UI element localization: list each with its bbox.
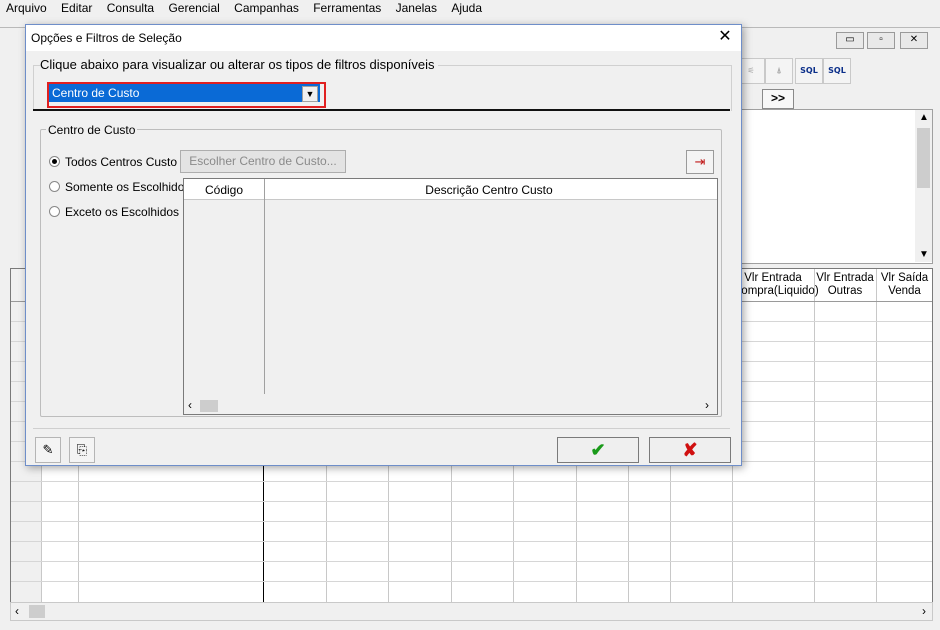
grid-row-line	[11, 501, 932, 502]
menu-consulta[interactable]: Consulta	[101, 0, 159, 15]
scroll-left-icon[interactable]: ‹	[188, 398, 192, 412]
table-hscrollbar[interactable]: ‹ ›	[184, 397, 717, 414]
sql-button-1[interactable]: SQL	[795, 58, 823, 84]
radio-exceto[interactable]: Exceto os Escolhidos	[49, 205, 179, 219]
choose-centro-custo-button[interactable]: Escolher Centro de Custo...	[180, 150, 346, 173]
menu-arquivo[interactable]: Arquivo	[0, 0, 52, 15]
restore-button[interactable]: ▫	[867, 32, 895, 49]
footer-divider	[33, 428, 730, 429]
group-label: Centro de Custo	[46, 123, 138, 137]
dialog-titlebar[interactable]: Opções e Filtros de Seleção ✕	[26, 25, 741, 51]
radio-label: Todos Centros Custo	[65, 155, 178, 169]
sql-button-2[interactable]: SQL	[823, 58, 851, 84]
chevron-down-icon[interactable]: ▼	[302, 86, 318, 102]
grid-header-line1: Vlr Entrada	[816, 272, 874, 284]
eraser-icon[interactable]: ✎	[35, 437, 61, 463]
close-window-button[interactable]: ✕	[900, 32, 928, 49]
col-descricao[interactable]: Descrição Centro Custo	[264, 183, 714, 197]
grid-header-outras: Vlr Entrada Outras	[815, 272, 875, 298]
minimize-button[interactable]: ▭	[836, 32, 864, 49]
menu-ajuda[interactable]: Ajuda	[445, 0, 487, 15]
grid-col-line	[876, 269, 877, 603]
grid-row-line	[11, 541, 932, 542]
grid-header-line1: Vlr Entrada	[744, 272, 802, 284]
scroll-thumb[interactable]	[29, 605, 45, 618]
memo-area[interactable]	[741, 109, 933, 264]
radio-label: Exceto os Escolhidos	[65, 205, 180, 219]
divider	[33, 109, 730, 111]
grid-row-line	[11, 481, 932, 482]
copy-icon[interactable]: ⎘	[69, 437, 95, 463]
col-codigo[interactable]: Código	[184, 183, 264, 197]
radio-icon[interactable]	[49, 181, 60, 192]
filter-type-select[interactable]: Centro de Custo ▼	[49, 84, 320, 102]
radio-icon[interactable]	[49, 206, 60, 217]
dialog-title: Opções e Filtros de Seleção	[31, 31, 182, 45]
grid-header-line2: Venda	[888, 285, 921, 297]
grid-hscrollbar[interactable]: ‹ ›	[10, 602, 933, 621]
menu-gerencial[interactable]: Gerencial	[162, 0, 224, 15]
menu-janelas[interactable]: Janelas	[390, 0, 442, 15]
scroll-thumb[interactable]	[917, 128, 930, 188]
filter-type-value: Centro de Custo	[52, 86, 140, 100]
grid-header-line1: Vlr Saída	[880, 272, 929, 284]
grid-row-line	[11, 581, 932, 582]
grid-row-line	[11, 521, 932, 522]
scroll-up-icon[interactable]: ▲	[919, 112, 929, 123]
grid-header-line2: Outras	[827, 285, 863, 297]
radio-todos[interactable]: Todos Centros Custo	[49, 155, 177, 169]
column-divider	[264, 179, 265, 394]
grid-header-line2: Compra(Liquido)	[733, 285, 819, 297]
grid-col-line	[814, 269, 815, 603]
radio-label: Somente os Escolhidos	[65, 180, 191, 194]
next-button[interactable]: >>	[762, 89, 794, 109]
close-icon[interactable]: ✕	[715, 27, 735, 47]
grid-row-line	[11, 561, 932, 562]
filter-hint: Clique abaixo para visualizar ou alterar…	[40, 57, 438, 72]
menu-editar[interactable]: Editar	[55, 0, 97, 15]
menu-campanhas[interactable]: Campanhas	[228, 0, 304, 15]
memo-scrollbar[interactable]: ▲ ▼	[915, 110, 932, 262]
grid-header-compra: Vlr Entrada Compra(Liquido)	[733, 272, 819, 298]
centro-custo-table[interactable]: Código Descrição Centro Custo ‹ ›	[183, 178, 718, 415]
tool-icon-disabled-2: ⍋	[765, 58, 793, 84]
ok-button[interactable]: ✔	[557, 437, 639, 463]
check-icon: ✔	[590, 440, 606, 460]
scroll-left-icon[interactable]: ‹	[15, 604, 19, 618]
scroll-right-icon[interactable]: ›	[922, 604, 926, 618]
scroll-down-icon[interactable]: ▼	[919, 249, 929, 260]
menu-bar: Arquivo Editar Consulta Gerencial Campan…	[0, 0, 940, 18]
radio-somente[interactable]: Somente os Escolhidos	[49, 180, 190, 194]
scroll-right-icon[interactable]: ›	[705, 398, 709, 412]
menu-ferramentas[interactable]: Ferramentas	[307, 0, 386, 15]
export-icon[interactable]: ⇥	[686, 150, 714, 174]
grid-header-venda: Vlr Saída Venda	[877, 272, 932, 298]
filter-dialog: Opções e Filtros de Seleção ✕ Clique aba…	[25, 24, 742, 466]
scroll-thumb[interactable]	[200, 400, 218, 412]
x-icon: ✘	[682, 440, 698, 460]
radio-checked-icon[interactable]	[49, 156, 60, 167]
cancel-button[interactable]: ✘	[649, 437, 731, 463]
